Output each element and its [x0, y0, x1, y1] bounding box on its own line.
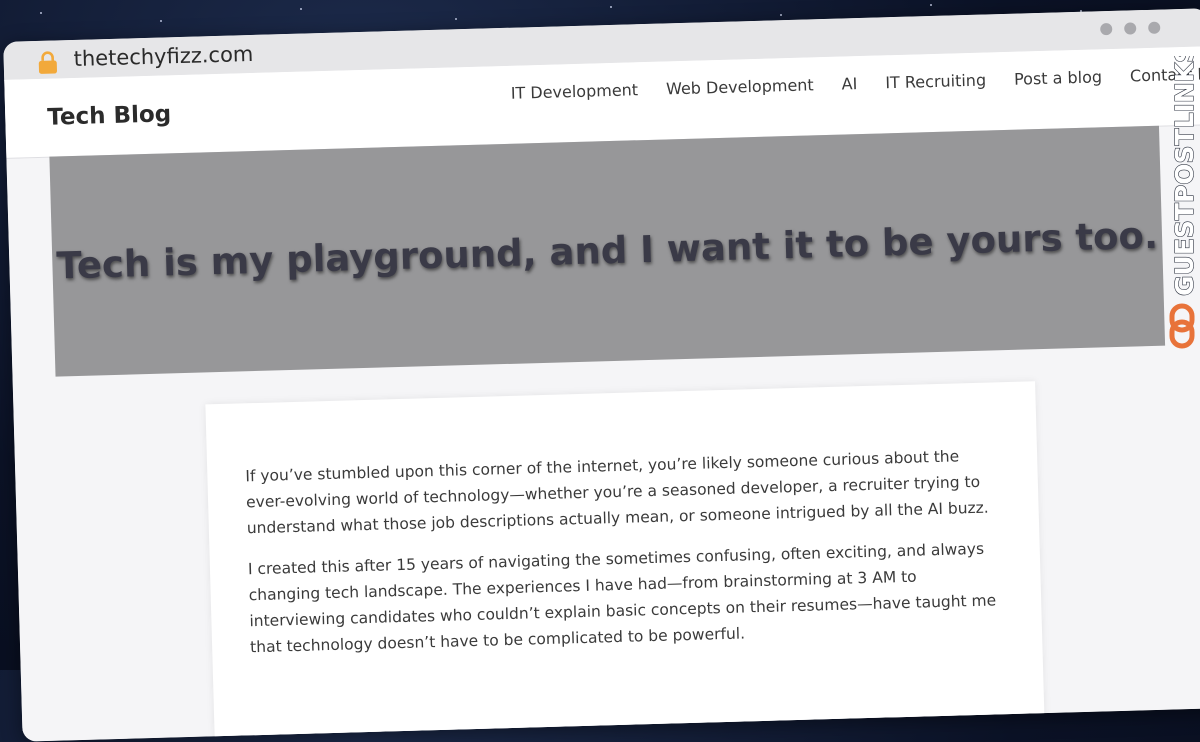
chain-link-icon [1169, 303, 1195, 349]
nav-item-it-recruiting[interactable]: IT Recruiting [885, 71, 986, 93]
hero-title: Tech is my playground, and I want it to … [55, 213, 1159, 288]
nav-item-ai[interactable]: AI [841, 74, 857, 93]
guestpostlinks-watermark: GUESTPOSTLINKS [1169, 56, 1200, 349]
hero-banner: Tech is my playground, and I want it to … [49, 125, 1166, 377]
browser-scene: thetechyfizz.com Tech Blog IT Developmen… [0, 0, 1200, 742]
content-paragraph: I created this after 15 years of navigat… [247, 539, 997, 657]
content-card: If you’ve stumbled upon this corner of t… [205, 381, 1046, 742]
lock-icon [38, 51, 58, 74]
window-controls [1100, 21, 1161, 36]
nav-item-post-a-blog[interactable]: Post a blog [1014, 67, 1102, 88]
window-dot-icon[interactable] [1124, 22, 1137, 35]
nav-item-web-development[interactable]: Web Development [666, 75, 814, 98]
window-dot-icon[interactable] [1100, 22, 1113, 36]
url-text[interactable]: thetechyfizz.com [73, 42, 253, 71]
content-paragraph: If you’ve stumbled upon this corner of t… [245, 447, 989, 538]
main-nav: IT Development Web Development AI IT Rec… [511, 64, 1200, 103]
watermark-text: GUESTPOSTLINKS [1170, 56, 1199, 296]
nav-item-it-development[interactable]: IT Development [511, 80, 639, 103]
site-brand[interactable]: Tech Blog [47, 101, 172, 130]
web-page: Tech Blog IT Development Web Development… [4, 46, 1200, 742]
browser-window: thetechyfizz.com Tech Blog IT Developmen… [3, 8, 1200, 742]
window-dot-icon[interactable] [1148, 21, 1161, 34]
